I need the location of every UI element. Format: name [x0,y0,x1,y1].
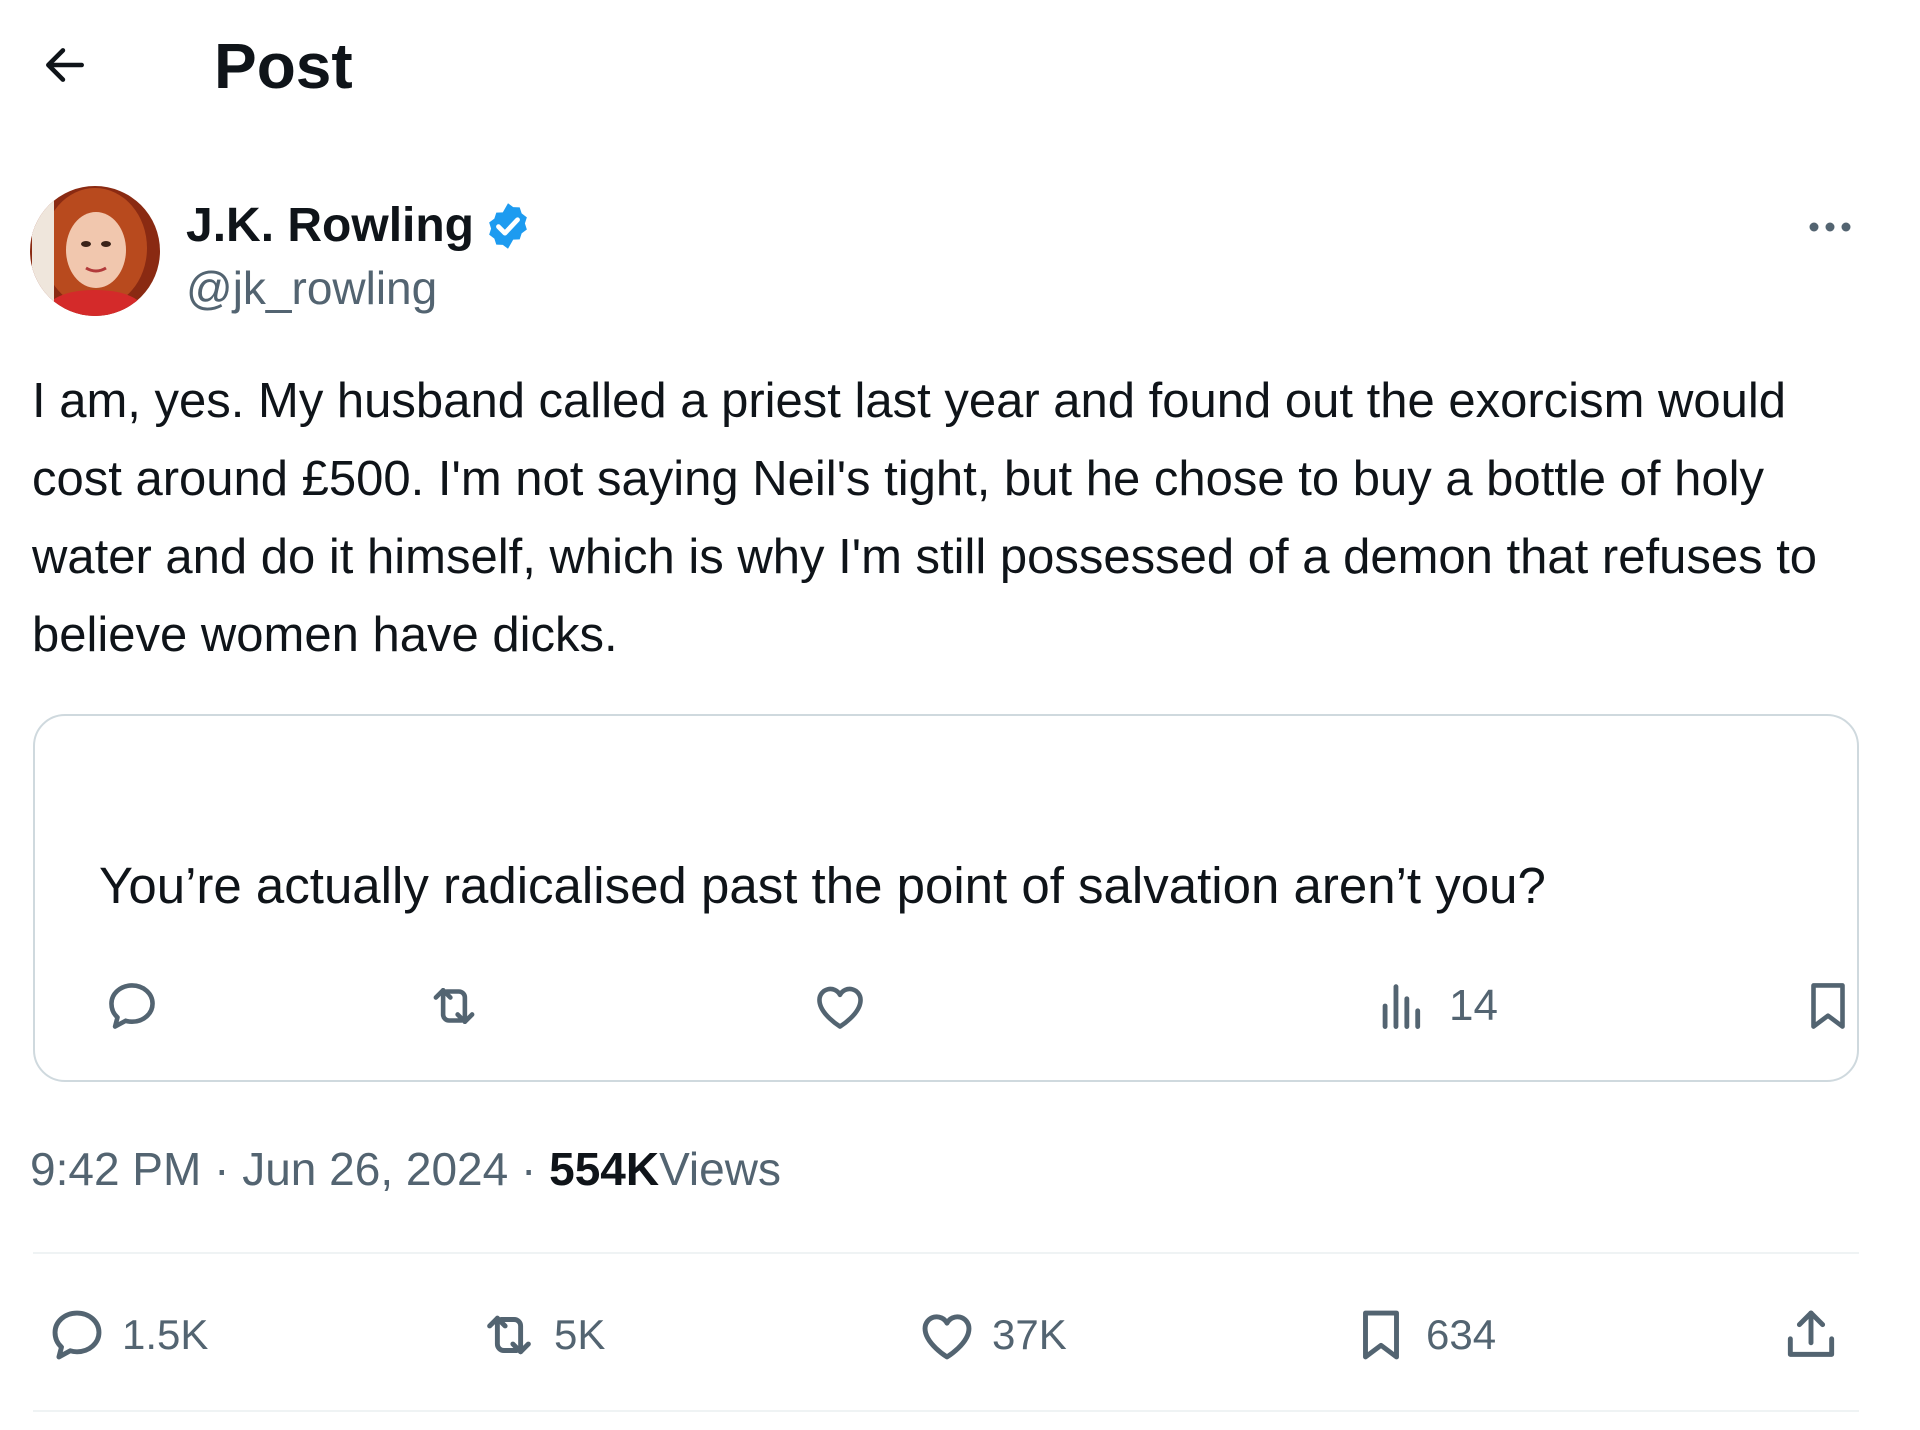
repost-icon [433,987,475,1025]
handle[interactable]: @jk_rowling [186,259,437,317]
repost-count: 5K [554,1311,606,1358]
repost-icon [487,1315,531,1355]
back-arrow-icon [46,48,84,82]
author-row: J.K. Rowling @jk_rowling [30,186,1870,321]
post-date[interactable]: Jun 26, 2024 [242,1140,508,1198]
display-name[interactable]: J.K. Rowling [186,196,474,256]
bookmark-icon [1363,1310,1399,1360]
header: Post [0,0,1920,130]
more-icon [1809,222,1851,232]
bookmark-button[interactable]: 634 [1350,1290,1496,1380]
like-count: 37K [992,1311,1067,1358]
quote-bookmark-button[interactable] [1799,966,1857,1046]
quote-like-button[interactable] [811,966,869,1046]
quote-views-count: 14 [1449,981,1498,1030]
quoted-post-text: You’re actually radicalised past the poi… [99,857,1546,914]
verified-badge-icon [489,203,527,249]
share-icon [1787,1310,1835,1357]
views-icon [1382,984,1421,1029]
quoted-post[interactable]: You’re actually radicalised past the poi… [33,714,1859,1082]
reply-icon [109,983,155,1029]
like-icon [922,1314,972,1360]
views-label: Views [659,1143,781,1195]
action-bar: 1.5K 5K 37K 634 [0,1290,1920,1380]
reply-count: 1.5K [122,1311,209,1358]
divider [33,1252,1859,1254]
back-button[interactable] [30,30,100,100]
post-meta: 9:42 PM · Jun 26, 2024 · 554K Views [30,1140,781,1198]
quote-reply-button[interactable] [103,966,161,1046]
post-time[interactable]: 9:42 PM [30,1140,201,1198]
repost-button[interactable]: 5K [478,1290,605,1380]
like-icon [817,986,863,1029]
reply-button[interactable]: 1.5K [46,1290,208,1380]
more-button[interactable] [1790,202,1870,252]
bookmark-icon [1811,983,1845,1029]
views-count: 554K [549,1143,660,1195]
like-button[interactable]: 37K [916,1290,1067,1380]
quoted-post-actions: 14 [35,966,1857,1046]
quote-views-button[interactable]: 14 [1373,966,1498,1046]
share-button[interactable] [1780,1290,1842,1380]
avatar[interactable] [30,186,160,316]
post-text: I am, yes. My husband called a priest la… [32,374,1818,662]
bookmark-count: 634 [1426,1311,1497,1358]
divider [33,1410,1859,1412]
quote-repost-button[interactable] [425,966,483,1046]
reply-icon [52,1310,102,1360]
page-title: Post [214,30,353,102]
